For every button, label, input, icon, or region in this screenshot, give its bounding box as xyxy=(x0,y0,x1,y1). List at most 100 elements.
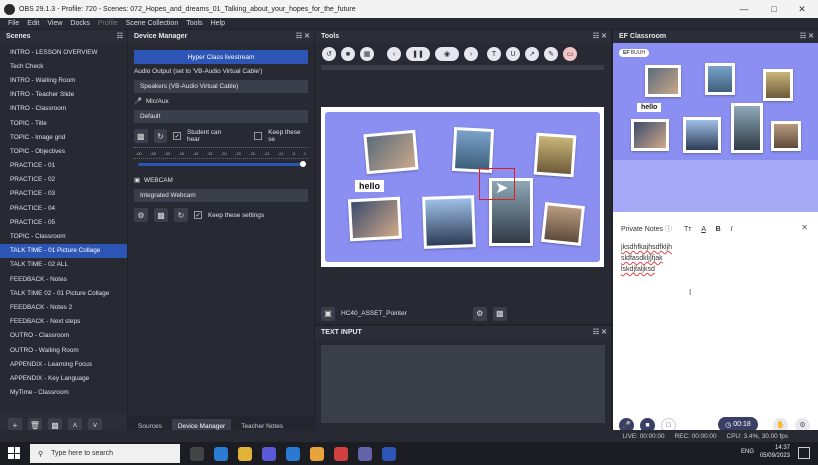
scene-item[interactable]: PRACTICE - 04 xyxy=(0,201,127,215)
menu-help[interactable]: Help xyxy=(211,20,225,27)
scene-item[interactable]: FEEDBACK - Notes xyxy=(0,272,127,286)
maximize-icon[interactable]: □ xyxy=(760,0,788,18)
scene-item[interactable]: PRACTICE - 02 xyxy=(0,173,127,187)
close-notes-icon[interactable]: ✕ xyxy=(801,223,808,232)
mail-icon[interactable] xyxy=(286,446,300,461)
scene-item[interactable]: MyTime - Classroom xyxy=(0,386,127,400)
dock-controls-icon[interactable]: ☷ ✕ xyxy=(296,32,310,40)
scene-item[interactable]: Tech Check xyxy=(0,59,127,73)
minimize-icon[interactable]: — xyxy=(730,0,758,18)
store-icon[interactable] xyxy=(262,446,276,461)
meter-tick-label: -20 xyxy=(249,151,256,156)
scene-item[interactable]: INTRO - Teacher Slide xyxy=(0,88,127,102)
scene-item[interactable]: TALK TIME - 02 ALL xyxy=(0,258,127,272)
text-input-area[interactable] xyxy=(321,345,605,423)
scene-item[interactable]: PRACTICE - 05 xyxy=(0,215,127,229)
underline-icon[interactable]: U xyxy=(506,47,520,61)
audio-output-select[interactable]: Speakers (VB-Audio Virtual Cable) xyxy=(134,80,308,93)
pen-icon[interactable]: ✎ xyxy=(544,47,558,61)
refresh-icon[interactable]: ↻ xyxy=(153,129,168,143)
teams-icon[interactable] xyxy=(358,446,372,461)
keep-settings-mic-label: Keep these se xyxy=(268,129,301,143)
text-icon[interactable]: T xyxy=(487,47,501,61)
menu-docks[interactable]: Docks xyxy=(70,20,89,27)
note-line[interactable]: jksdhfkajhsdfkljh xyxy=(621,244,672,251)
tools-scrollbar[interactable] xyxy=(321,65,604,70)
app-icon[interactable] xyxy=(334,446,348,461)
mic-select[interactable]: Default xyxy=(134,110,308,123)
font-size-icon[interactable]: Tᴛ xyxy=(684,226,691,233)
hyper-class-livestream-button[interactable]: Hyper Class livestream xyxy=(134,50,308,64)
taskbar-search[interactable]: ⚲ Type here to search xyxy=(30,444,180,463)
language-indicator[interactable]: ENG xyxy=(741,448,754,456)
dock-controls-icon[interactable]: ☷ ✕ xyxy=(800,32,814,40)
scene-item[interactable]: TOPIC - Image grid xyxy=(0,130,127,144)
notifications-icon[interactable] xyxy=(798,447,810,459)
note-line[interactable]: sldfasdklj]fjak xyxy=(621,255,663,262)
previous-icon[interactable]: ‹ xyxy=(387,47,401,61)
clock-date[interactable]: 05/09/2023 xyxy=(760,452,790,460)
clock-time[interactable]: 14:37 xyxy=(760,444,790,452)
dock-controls-icon[interactable]: ☷ ✕ xyxy=(593,32,607,40)
pointer-icon[interactable]: ↗ xyxy=(525,47,539,61)
menu-tools[interactable]: Tools xyxy=(186,20,202,27)
tools-toolbar: ↺ ■ ▦ ‹ ❚❚ ◉ › T U ↗ ✎ ▭ xyxy=(315,43,611,65)
italic-icon[interactable]: I xyxy=(731,226,733,233)
volume-slider-handle[interactable] xyxy=(300,161,306,167)
next-icon[interactable]: › xyxy=(464,47,478,61)
menu-profile[interactable]: Profile xyxy=(98,20,118,27)
obs-taskbar-icon[interactable] xyxy=(382,446,396,461)
scene-item[interactable]: APPENDIX - Key Language xyxy=(0,371,127,385)
close-icon[interactable]: ✕ xyxy=(788,0,816,18)
scene-item[interactable]: FEEDBACK - Next steps xyxy=(0,315,127,329)
dock-controls-icon[interactable]: ☷ ✕ xyxy=(593,328,607,336)
camera-icon[interactable]: ■ xyxy=(341,47,355,61)
grid-icon[interactable]: ▦ xyxy=(360,47,374,61)
scene-item[interactable]: INTRO - Waiting Room xyxy=(0,73,127,87)
edge-icon[interactable] xyxy=(214,446,228,461)
scene-item[interactable]: APPENDIX - Learning Focus xyxy=(0,357,127,371)
scene-item[interactable]: OUTRO - Classroom xyxy=(0,329,127,343)
scene-item[interactable]: INTRO - LESSON OVERVIEW xyxy=(0,45,127,59)
windows-start-icon[interactable] xyxy=(8,447,20,459)
settings-square-icon[interactable]: ▩ xyxy=(154,208,168,222)
settings-square-icon[interactable]: ▩ xyxy=(492,306,507,321)
scene-item[interactable]: TOPIC - Title xyxy=(0,116,127,130)
play-pause-icon[interactable]: ❚❚ xyxy=(406,47,430,61)
text-color-icon[interactable]: A xyxy=(701,226,705,233)
bold-icon[interactable]: B xyxy=(716,226,721,233)
help-icon[interactable]: ⓘ xyxy=(665,226,672,233)
undock-icon[interactable]: ☷ xyxy=(117,32,123,40)
preview-canvas[interactable]: hello ➤ xyxy=(325,112,600,262)
task-view-icon[interactable] xyxy=(190,446,204,461)
menu-view[interactable]: View xyxy=(47,20,62,27)
reset-icon[interactable]: ↺ xyxy=(322,47,336,61)
menu-edit[interactable]: Edit xyxy=(27,20,39,27)
scene-item[interactable]: PRACTICE - 01 xyxy=(0,159,127,173)
webcam-select[interactable]: Integrated Webcam xyxy=(134,189,308,202)
scene-item[interactable]: FEEDBACK - Notes 2 xyxy=(0,300,127,314)
scene-item[interactable]: INTRO - Classroom xyxy=(0,102,127,116)
eye-icon[interactable]: ◉ xyxy=(435,47,459,61)
scene-item[interactable]: PRACTICE - 03 xyxy=(0,187,127,201)
scene-item[interactable]: TALK TIME 02 - 01 Picture Collage xyxy=(0,286,127,300)
settings-square-icon[interactable]: ▩ xyxy=(134,129,148,143)
eraser-icon[interactable]: ▭ xyxy=(563,47,577,61)
scene-item[interactable]: OUTRO - Waiting Room xyxy=(0,343,127,357)
scene-item[interactable]: TALK TIME - 01 Picture Collage xyxy=(0,243,127,258)
gear-icon[interactable]: ⚙ xyxy=(134,208,148,222)
volume-slider[interactable] xyxy=(138,161,306,167)
gear-icon[interactable]: ⚙ xyxy=(472,306,487,321)
student-can-hear-checkbox[interactable]: ✓ xyxy=(173,132,182,140)
meter-tick-label: -45 xyxy=(178,151,185,156)
file-explorer-icon[interactable] xyxy=(238,446,252,461)
refresh-icon[interactable]: ↻ xyxy=(174,208,188,222)
menu-scene-collection[interactable]: Scene Collection xyxy=(126,20,179,27)
note-line[interactable]: lskdjfaljksd xyxy=(621,266,655,273)
scene-item[interactable]: TOPIC - Objectives xyxy=(0,144,127,158)
menu-file[interactable]: File xyxy=(8,20,19,27)
keep-settings-mic-checkbox[interactable] xyxy=(254,132,263,140)
chrome-icon[interactable] xyxy=(310,446,324,461)
keep-settings-webcam-checkbox[interactable]: ✓ xyxy=(194,211,202,219)
scene-item[interactable]: TOPIC - Classroom xyxy=(0,229,127,243)
